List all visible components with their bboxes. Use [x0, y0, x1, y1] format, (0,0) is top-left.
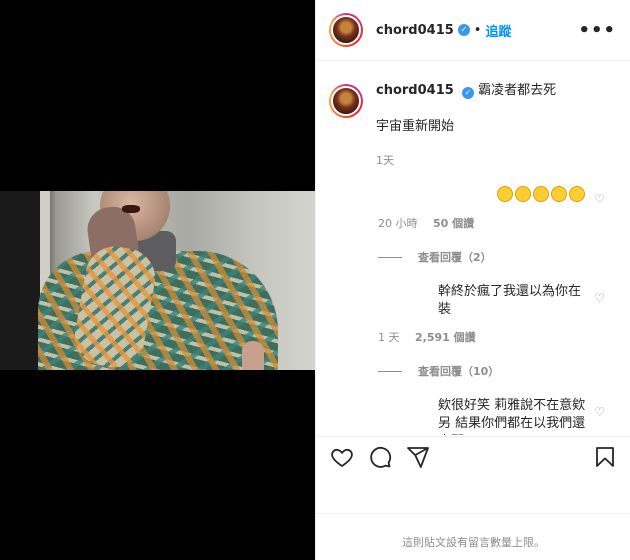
- grimace-emoji-icon: [497, 186, 513, 202]
- comment-icon[interactable]: [368, 445, 392, 469]
- scream-emoji-icon: [551, 186, 567, 202]
- post-photo[interactable]: [0, 191, 315, 370]
- follow-button[interactable]: 追蹤: [485, 21, 511, 40]
- comment-time[interactable]: 1 天: [378, 331, 400, 344]
- bookmark-icon[interactable]: [593, 445, 617, 469]
- like-heart-icon[interactable]: ♡: [594, 403, 605, 421]
- like-heart-icon[interactable]: ♡: [594, 289, 605, 307]
- post-panel: chord0415 ✓ • 追蹤 ••• chord0415 ✓ 霸凌者都去死 …: [315, 0, 630, 560]
- post-media[interactable]: [0, 0, 315, 560]
- astonished-emoji-icon: [533, 186, 549, 202]
- post-header: chord0415 ✓ • 追蹤 •••: [316, 0, 630, 61]
- like-heart-icon[interactable]: ♡: [594, 190, 605, 208]
- caption-time[interactable]: 1天: [376, 154, 394, 167]
- caption: chord0415 ✓ 霸凌者都去死 宇宙重新開始 1天: [329, 82, 617, 170]
- zany-emoji-icon: [569, 186, 585, 202]
- comment-text: 幹終於瘋了我還以為你在裝: [438, 284, 582, 317]
- post-actions: [316, 436, 630, 476]
- separator-dot: •: [473, 22, 482, 38]
- view-replies-button[interactable]: 查看回覆（2）: [329, 249, 617, 265]
- comment-likes[interactable]: 50 個讚: [433, 217, 474, 230]
- heart-icon[interactable]: [330, 445, 354, 469]
- header-username[interactable]: chord0415: [376, 23, 454, 38]
- divider: [316, 513, 630, 514]
- verified-badge-icon: ✓: [461, 87, 474, 99]
- verified-badge-icon: ✓: [457, 24, 470, 36]
- photo-mouth: [122, 205, 140, 213]
- comment-limit-notice: 這則貼文設有留言數量上限。: [402, 536, 545, 549]
- squint-emoji-icon: [515, 186, 531, 202]
- list-item: ♡ 幹終於瘋了我還以為你在裝 1 天 2,591 個讚: [329, 283, 617, 347]
- caption-username[interactable]: chord0415: [376, 83, 454, 98]
- caption-text-line2: 宇宙重新開始: [376, 119, 455, 134]
- comment-time[interactable]: 20 小時: [378, 217, 418, 230]
- comments-list[interactable]: chord0415 ✓ 霸凌者都去死 宇宙重新開始 1天 ♡ 20 小時 50 …: [316, 62, 630, 435]
- caption-avatar[interactable]: [329, 84, 363, 118]
- avatar[interactable]: [329, 13, 363, 47]
- list-item: ♡ 20 小時 50 個讚: [329, 186, 617, 233]
- more-options-icon[interactable]: •••: [578, 20, 616, 41]
- comment-text: 欸很好笑 莉雅說不在意欸另 結果你們都在以我們還真那: [438, 398, 586, 435]
- post-modal: chord0415 ✓ • 追蹤 ••• chord0415 ✓ 霸凌者都去死 …: [0, 0, 630, 560]
- comment-likes[interactable]: 2,591 個讚: [415, 331, 476, 344]
- caption-text: 霸凌者都去死: [478, 83, 557, 98]
- photo-door: [0, 191, 40, 370]
- share-icon[interactable]: [406, 445, 430, 469]
- list-item: ♡ 欸很好笑 莉雅說不在意欸另 結果你們都在以我們還真那: [329, 397, 617, 435]
- photo-skin: [242, 341, 264, 370]
- view-replies-button[interactable]: 查看回覆（10）: [329, 363, 617, 379]
